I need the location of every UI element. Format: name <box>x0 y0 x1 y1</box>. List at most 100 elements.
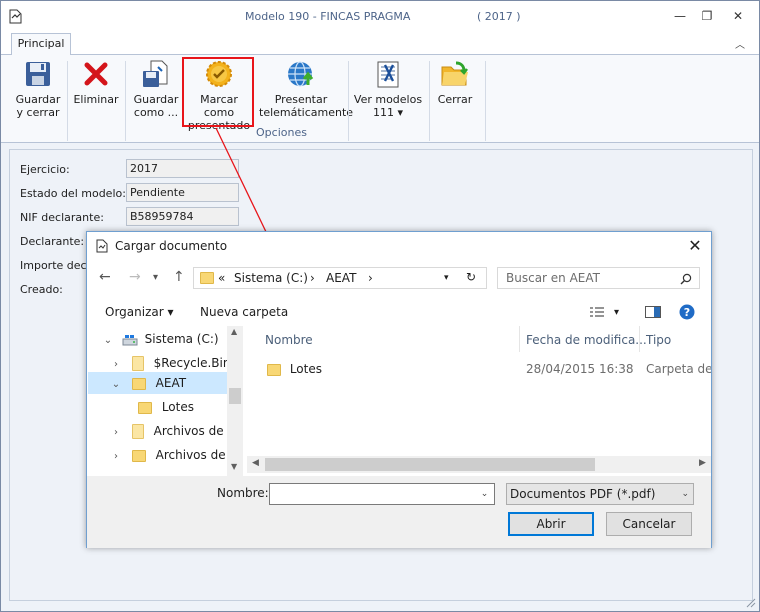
close-button[interactable]: ✕ <box>729 7 747 25</box>
red-x-icon <box>84 62 108 86</box>
globe-upload-icon <box>288 61 314 87</box>
tree-item-recycle-bin[interactable]: › $Recycle.Bin <box>110 352 230 374</box>
up-arrow-icon[interactable]: ↑ <box>173 269 185 285</box>
filename-input[interactable] <box>269 483 495 505</box>
help-icon[interactable]: ? <box>679 304 695 320</box>
save-as-button[interactable]: Guardar como ... <box>133 59 179 119</box>
back-arrow-icon[interactable]: ← <box>99 269 111 285</box>
new-folder-button[interactable]: Nueva carpeta <box>200 305 288 319</box>
column-header-type[interactable]: Tipo <box>646 333 671 347</box>
collapse-ribbon-icon[interactable]: ︿ <box>735 36 745 51</box>
close-form-button[interactable]: Cerrar <box>433 59 477 106</box>
delete-label: Eliminar <box>73 93 119 106</box>
view-details-icon[interactable] <box>589 306 605 318</box>
floppy-disk-icon <box>26 62 50 86</box>
column-header-name[interactable]: Nombre <box>265 333 313 347</box>
tree-item-program-files-x86[interactable]: › Archivos de pr <box>110 444 242 466</box>
chevron-down-icon: ⌄ <box>681 489 689 499</box>
folder-icon <box>138 401 152 414</box>
chevron-down-icon[interactable]: ⌄ <box>110 374 122 396</box>
view-models-label-1: Ver modelos <box>353 93 423 106</box>
cancel-button[interactable]: Cancelar <box>606 512 692 536</box>
save-as-document-icon <box>143 60 168 87</box>
tree-scroll-thumb[interactable] <box>229 388 241 404</box>
ribbon-separator <box>125 61 126 141</box>
ribbon-separator <box>485 61 486 141</box>
delete-button[interactable]: Eliminar <box>73 59 119 106</box>
column-divider[interactable] <box>639 326 640 352</box>
ribbon-separator <box>67 61 68 141</box>
document-icon <box>96 239 108 253</box>
chevron-down-icon[interactable]: ⌄ <box>102 330 114 352</box>
filename-dropdown-icon[interactable]: ⌄ <box>475 484 494 504</box>
forward-arrow-icon[interactable]: → <box>129 269 141 285</box>
tree-item-label: AEAT <box>155 376 187 390</box>
refresh-icon[interactable]: ↻ <box>466 270 476 284</box>
column-divider[interactable] <box>519 326 520 352</box>
list-horizontal-scrollbar[interactable]: ◀ ▶ <box>247 456 711 473</box>
open-button[interactable]: Abrir <box>508 512 594 536</box>
view-models-label-2: 111 ▾ <box>372 106 403 119</box>
preview-pane-icon[interactable] <box>645 306 661 318</box>
breadcrumb-aeat[interactable]: AEAT <box>326 271 356 285</box>
ribbon-separator <box>348 61 349 141</box>
address-bar[interactable]: « Sistema (C:) › AEAT › ▾ ↻ <box>193 267 487 289</box>
tree-item-label: Lotes <box>161 400 194 414</box>
submit-online-button[interactable]: Presentar telemáticamente <box>259 59 354 119</box>
tree-item-lotes[interactable]: Lotes <box>138 396 194 418</box>
breadcrumb-sistema[interactable]: Sistema (C:) <box>234 271 308 285</box>
search-box[interactable]: Buscar en AEAT <box>497 267 700 289</box>
tree-scrollbar[interactable]: ▲ ▼ <box>227 326 243 476</box>
document-icon <box>9 9 22 24</box>
restore-button[interactable]: ❐ <box>698 7 716 25</box>
importe-label: Importe decla <box>20 259 97 272</box>
minimize-button[interactable]: — <box>671 7 689 25</box>
tree-item-sistema[interactable]: ⌄ Sistema (C:) <box>102 328 219 350</box>
tab-principal[interactable]: Principal <box>11 33 71 56</box>
view-models-button[interactable]: Ver modelos 111 ▾ <box>353 59 423 119</box>
scroll-right-icon[interactable]: ▶ <box>699 458 706 468</box>
chevron-right-icon[interactable]: › <box>110 422 122 444</box>
tree-item-program-files[interactable]: › Archivos de pr <box>110 420 240 442</box>
file-date: 28/04/2015 16:38 <box>526 362 634 376</box>
resize-grip-icon[interactable] <box>744 596 756 608</box>
save-as-label-1: Guardar <box>133 93 179 106</box>
ribbon-group-label: Opciones <box>256 126 307 139</box>
dialog-title: Cargar documento <box>115 239 228 253</box>
save-close-button[interactable]: Guardar y cerrar <box>15 59 61 119</box>
scroll-left-icon[interactable]: ◀ <box>252 458 259 468</box>
ejercicio-label: Ejercicio: <box>20 163 70 176</box>
file-name: Lotes <box>289 362 322 376</box>
submit-online-label-2: telemáticamente <box>259 106 354 119</box>
estado-field[interactable]: Pendiente <box>126 183 239 202</box>
tax-form-icon <box>377 61 399 88</box>
declarante-label: Declarante: <box>20 235 85 248</box>
folder-icon <box>131 449 146 462</box>
save-close-label-1: Guardar <box>15 93 61 106</box>
list-scroll-thumb[interactable] <box>265 458 595 471</box>
list-item[interactable]: Lotes <box>267 362 322 376</box>
breadcrumb-sep: › <box>368 271 373 285</box>
dialog-footer: Nombre: ⌄ Documentos PDF (*.pdf) ⌄ Abrir… <box>87 476 711 548</box>
view-dropdown-icon[interactable]: ▾ <box>614 307 619 318</box>
tree-item-label: $Recycle.Bin <box>153 356 231 370</box>
breadcrumb-sep: › <box>310 271 315 285</box>
file-type: Carpeta de a <box>646 362 711 376</box>
search-icon <box>680 273 692 285</box>
svg-text:?: ? <box>684 306 690 319</box>
scroll-down-icon[interactable]: ▼ <box>231 462 237 471</box>
search-input[interactable]: Buscar en AEAT <box>506 271 600 285</box>
submit-online-label-1: Presentar <box>274 93 328 106</box>
nif-field[interactable]: B58959784 <box>126 207 239 226</box>
dialog-close-button[interactable]: ✕ <box>685 235 705 257</box>
organize-button[interactable]: Organizar ▾ <box>105 305 174 319</box>
filetype-select[interactable]: Documentos PDF (*.pdf) ⌄ <box>506 483 694 505</box>
tree-item-aeat[interactable]: ⌄ AEAT <box>110 372 186 394</box>
chevron-right-icon[interactable]: › <box>110 446 122 468</box>
nif-label: NIF declarante: <box>20 211 104 224</box>
scroll-up-icon[interactable]: ▲ <box>231 327 237 336</box>
address-dropdown-icon[interactable]: ▾ <box>444 273 449 283</box>
recent-dropdown-icon[interactable]: ▾ <box>153 272 158 283</box>
column-header-date[interactable]: Fecha de modifica... <box>526 333 647 347</box>
ejercicio-field[interactable]: 2017 <box>126 159 239 178</box>
